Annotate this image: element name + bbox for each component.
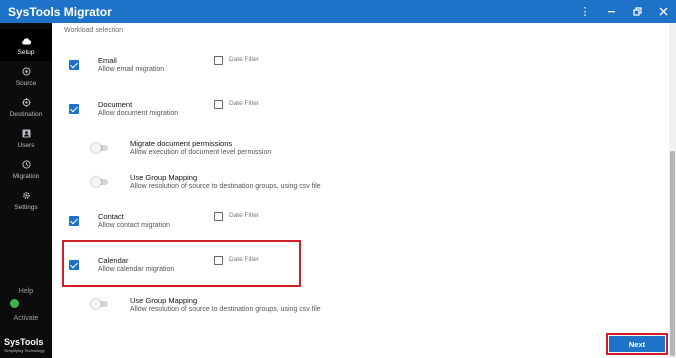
sidebar: Setup Source Destination Users Migration… bbox=[0, 23, 52, 358]
sidebar-item-setup[interactable]: Setup bbox=[0, 29, 52, 61]
email-date-filter-checkbox[interactable] bbox=[214, 56, 223, 65]
contact-description: Allow contact migration bbox=[98, 222, 170, 229]
sidebar-item-label: Migration bbox=[12, 172, 40, 180]
calendar-group-mapping-description: Allow resolution of source to destinatio… bbox=[130, 306, 321, 313]
date-filter-label: Date Filter bbox=[229, 56, 259, 63]
document-group-mapping-toggle[interactable] bbox=[91, 177, 108, 187]
restore-icon[interactable] bbox=[624, 0, 650, 23]
sidebar-item-destination[interactable]: Destination bbox=[0, 91, 52, 123]
sidebar-item-migration[interactable]: Migration bbox=[0, 153, 52, 185]
cloud-icon bbox=[20, 35, 32, 47]
document-label: Document bbox=[98, 100, 133, 109]
calendar-group-mapping-toggle[interactable] bbox=[91, 299, 108, 309]
calendar-group-mapping-label: Use Group Mapping bbox=[130, 296, 198, 305]
users-icon bbox=[20, 128, 32, 140]
help-link[interactable]: Help bbox=[0, 288, 52, 295]
title-bar: SysTools Migrator ⋮ bbox=[0, 0, 676, 23]
document-description: Allow document migration bbox=[98, 110, 179, 117]
contact-date-filter-checkbox[interactable] bbox=[214, 212, 223, 221]
sidebar-item-label: Users bbox=[17, 141, 35, 149]
contact-label: Contact bbox=[98, 212, 124, 221]
document-date-filter-checkbox[interactable] bbox=[214, 100, 223, 109]
more-menu-icon[interactable]: ⋮ bbox=[572, 0, 598, 23]
app-title: SysTools Migrator bbox=[8, 4, 112, 19]
clock-icon bbox=[20, 159, 32, 171]
next-button[interactable]: Next bbox=[609, 336, 665, 352]
sidebar-item-label: Settings bbox=[14, 203, 38, 211]
document-checkbox[interactable] bbox=[69, 104, 79, 114]
gear-icon bbox=[20, 190, 32, 202]
target-icon bbox=[20, 97, 32, 109]
minimize-icon[interactable] bbox=[598, 0, 624, 23]
email-description: Allow email migration bbox=[98, 66, 165, 73]
home-icon bbox=[20, 66, 32, 78]
brand-tagline: Simplifying Technology bbox=[4, 348, 45, 353]
sidebar-item-users[interactable]: Users bbox=[0, 122, 52, 154]
sidebar-item-label: Setup bbox=[17, 48, 35, 56]
document-permissions-toggle[interactable] bbox=[91, 143, 108, 153]
calendar-highlight-box bbox=[62, 240, 301, 287]
main-content: Workload selection Email Allow email mig… bbox=[52, 23, 676, 358]
email-label: Email bbox=[98, 56, 117, 65]
scrollbar-thumb[interactable] bbox=[670, 151, 675, 356]
email-checkbox[interactable] bbox=[69, 60, 79, 70]
section-title: Workload selection bbox=[64, 27, 124, 34]
date-filter-label: Date Filter bbox=[229, 100, 259, 107]
sidebar-item-settings[interactable]: Settings bbox=[0, 184, 52, 216]
sidebar-item-label: Source bbox=[15, 79, 37, 87]
vertical-scrollbar[interactable] bbox=[669, 23, 676, 358]
brand-logo: SysTools Simplifying Technology bbox=[4, 337, 45, 353]
next-button-highlight: Next bbox=[606, 333, 668, 355]
document-permissions-label: Migrate document permissions bbox=[130, 139, 233, 148]
document-group-mapping-description: Allow resolution of source to destinatio… bbox=[130, 183, 321, 190]
help-status-icon bbox=[10, 299, 19, 308]
window-controls: ⋮ bbox=[572, 0, 676, 23]
activate-link[interactable]: Activate bbox=[0, 315, 52, 322]
contact-checkbox[interactable] bbox=[69, 216, 79, 226]
sidebar-item-label: Destination bbox=[9, 110, 43, 118]
document-permissions-description: Allow execution of document level permis… bbox=[130, 149, 272, 156]
close-icon[interactable] bbox=[650, 0, 676, 23]
date-filter-label: Date Filter bbox=[229, 212, 259, 219]
document-group-mapping-label: Use Group Mapping bbox=[130, 173, 198, 182]
brand-name: SysTools bbox=[4, 337, 44, 347]
sidebar-item-source[interactable]: Source bbox=[0, 60, 52, 92]
